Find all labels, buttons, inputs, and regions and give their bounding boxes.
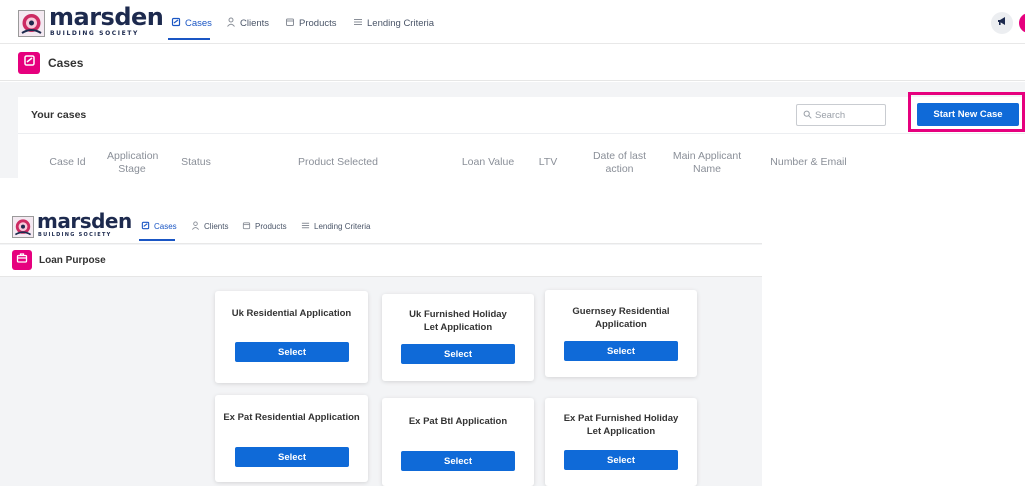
column-header-number-email[interactable]: Number & Email — [766, 156, 851, 169]
logo[interactable]: marsden BUILDING SOCIETY — [12, 209, 132, 240]
page-title-bar: Loan Purpose — [0, 245, 762, 277]
column-header-main-applicant-name[interactable]: Main Applicant Name — [671, 150, 743, 176]
nav-lending-criteria[interactable]: Lending Criteria — [301, 221, 370, 232]
card-title: Guernsey Residential Application — [572, 306, 670, 330]
card-title: Uk Furnished Holiday Let Application — [409, 309, 507, 333]
user-avatar[interactable] — [1019, 13, 1025, 33]
column-header-product-selected[interactable]: Product Selected — [288, 156, 388, 169]
loan-purpose-card: Ex Pat Btl Application Select — [382, 398, 534, 486]
search-icon — [803, 106, 812, 124]
list-icon — [301, 221, 310, 232]
column-header-status[interactable]: Status — [171, 156, 221, 169]
section-title: Your cases — [31, 109, 87, 121]
nav-lending-criteria-label: Lending Criteria — [314, 222, 371, 231]
table-divider — [18, 133, 1025, 134]
select-button[interactable]: Select — [235, 342, 349, 362]
page-title-tile — [18, 52, 40, 74]
column-header-ltv[interactable]: LTV — [533, 156, 563, 169]
logo-subtitle: BUILDING SOCIETY — [38, 232, 112, 238]
page-title: Cases — [48, 56, 84, 70]
page-title-bar: Cases — [0, 45, 1025, 81]
card-title: Uk Residential Application — [231, 308, 352, 319]
nav-lending-criteria[interactable]: Lending Criteria — [353, 17, 434, 30]
nav-cases-label: Cases — [185, 18, 212, 29]
logo-wordmark: marsden — [49, 3, 164, 31]
nav-clients[interactable]: Clients — [226, 17, 269, 30]
nav-clients-label: Clients — [204, 222, 229, 231]
loan-purpose-card: Ex Pat Furnished Holiday Let Application… — [545, 398, 697, 486]
column-header-date-of-last-action[interactable]: Date of last action — [592, 150, 647, 176]
column-header-case-id[interactable]: Case Id — [40, 156, 95, 169]
rose-icon — [18, 10, 45, 37]
nav-products-label: Products — [299, 18, 337, 29]
nav-products[interactable]: Products — [242, 221, 287, 232]
logo-wordmark: marsden — [37, 209, 132, 233]
announcement-button[interactable] — [991, 12, 1013, 34]
clipboard-icon — [23, 54, 36, 72]
search-input[interactable]: Search — [796, 104, 886, 126]
logo-subtitle: BUILDING SOCIETY — [50, 30, 139, 37]
nav-cases-underline — [168, 38, 210, 40]
box-icon — [285, 17, 295, 30]
clipboard-icon — [171, 17, 181, 30]
select-button[interactable]: Select — [401, 451, 515, 471]
page-title: Loan Purpose — [39, 255, 106, 266]
loan-purpose-card: Guernsey Residential Application Select — [545, 290, 697, 377]
nav-lending-criteria-label: Lending Criteria — [367, 18, 435, 29]
person-icon — [226, 17, 236, 30]
rose-icon — [12, 216, 34, 238]
top-screen: marsden BUILDING SOCIETY Cases Clients P… — [0, 0, 1025, 178]
nav-cases[interactable]: Cases — [171, 17, 212, 30]
card-title: Ex Pat Btl Application — [408, 416, 508, 427]
megaphone-icon — [996, 14, 1008, 32]
card-title: Ex Pat Furnished Holiday Let Application — [563, 413, 679, 437]
nav-cases[interactable]: Cases — [141, 221, 177, 232]
briefcase-icon — [16, 251, 28, 269]
loan-purpose-card: Uk Furnished Holiday Let Application Sel… — [382, 294, 534, 381]
nav-cases-label: Cases — [154, 222, 177, 231]
cases-panel: Your cases Search Start New Case Case Id… — [18, 92, 1025, 178]
page-title-tile — [12, 250, 32, 270]
clipboard-icon — [141, 221, 150, 232]
select-button[interactable]: Select — [401, 344, 515, 364]
screenshot-gap — [0, 178, 1025, 208]
bottom-header: marsden BUILDING SOCIETY Cases Clients P… — [0, 208, 762, 244]
nav-products[interactable]: Products — [285, 17, 337, 30]
list-icon — [353, 17, 363, 30]
nav-clients[interactable]: Clients — [191, 221, 228, 232]
loan-purpose-card: Ex Pat Residential Application Select — [215, 395, 368, 482]
start-new-case-button[interactable]: Start New Case — [917, 103, 1019, 126]
select-button[interactable]: Select — [564, 450, 678, 470]
top-header: marsden BUILDING SOCIETY Cases Clients P… — [0, 0, 1025, 44]
card-title: Ex Pat Residential Application — [223, 412, 360, 423]
logo[interactable]: marsden BUILDING SOCIETY — [18, 3, 168, 40]
nav-cases-underline — [139, 239, 175, 241]
nav-products-label: Products — [255, 222, 287, 231]
column-header-application-stage[interactable]: Application Stage — [107, 150, 158, 176]
box-icon — [242, 221, 251, 232]
person-icon — [191, 221, 200, 232]
search-placeholder: Search — [815, 109, 846, 121]
loan-purpose-card: Uk Residential Application Select — [215, 291, 368, 383]
select-button[interactable]: Select — [235, 447, 349, 467]
bottom-screen: marsden BUILDING SOCIETY Cases Clients P… — [0, 208, 762, 486]
column-header-loan-value[interactable]: Loan Value — [458, 156, 518, 169]
nav-clients-label: Clients — [240, 18, 270, 29]
select-button[interactable]: Select — [564, 341, 678, 361]
